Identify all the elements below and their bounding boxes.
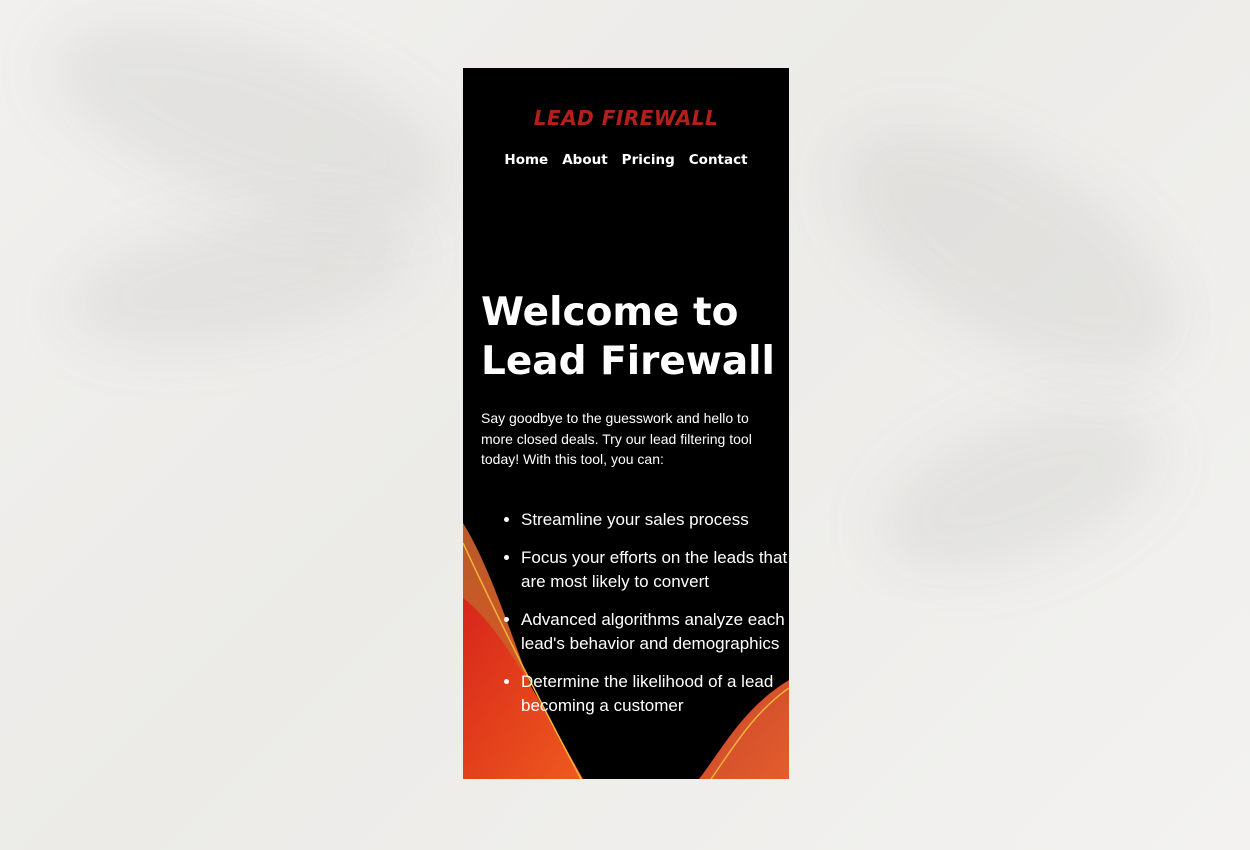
feature-item: Determine the likelihood of a lead becom… — [521, 670, 789, 718]
feature-item: Advanced algorithms analyze each lead's … — [521, 608, 789, 656]
feature-item: Focus your efforts on the leads that are… — [521, 546, 789, 594]
hero-title-line: Lead Firewall — [481, 339, 775, 384]
main-nav: Home About Pricing Contact — [463, 152, 789, 168]
hero-title-line: Welcome to — [481, 290, 739, 335]
nav-about[interactable]: About — [562, 152, 607, 168]
hero-title: Welcome to Lead Firewall — [481, 288, 781, 386]
leaf-shadow — [855, 372, 1185, 608]
feature-list: Streamline your sales process Focus your… — [503, 508, 789, 732]
nav-contact[interactable]: Contact — [689, 152, 748, 168]
leaf-shadow — [800, 77, 1220, 423]
nav-home[interactable]: Home — [504, 152, 548, 168]
feature-item: Streamline your sales process — [521, 508, 789, 532]
hero-intro: Say goodbye to the guesswork and hello t… — [481, 410, 752, 467]
phone-preview: LEAD FIREWALL Home About Pricing Contact… — [463, 68, 789, 779]
brand-logo[interactable]: LEAD FIREWALL — [463, 106, 789, 130]
nav-pricing[interactable]: Pricing — [622, 152, 675, 168]
